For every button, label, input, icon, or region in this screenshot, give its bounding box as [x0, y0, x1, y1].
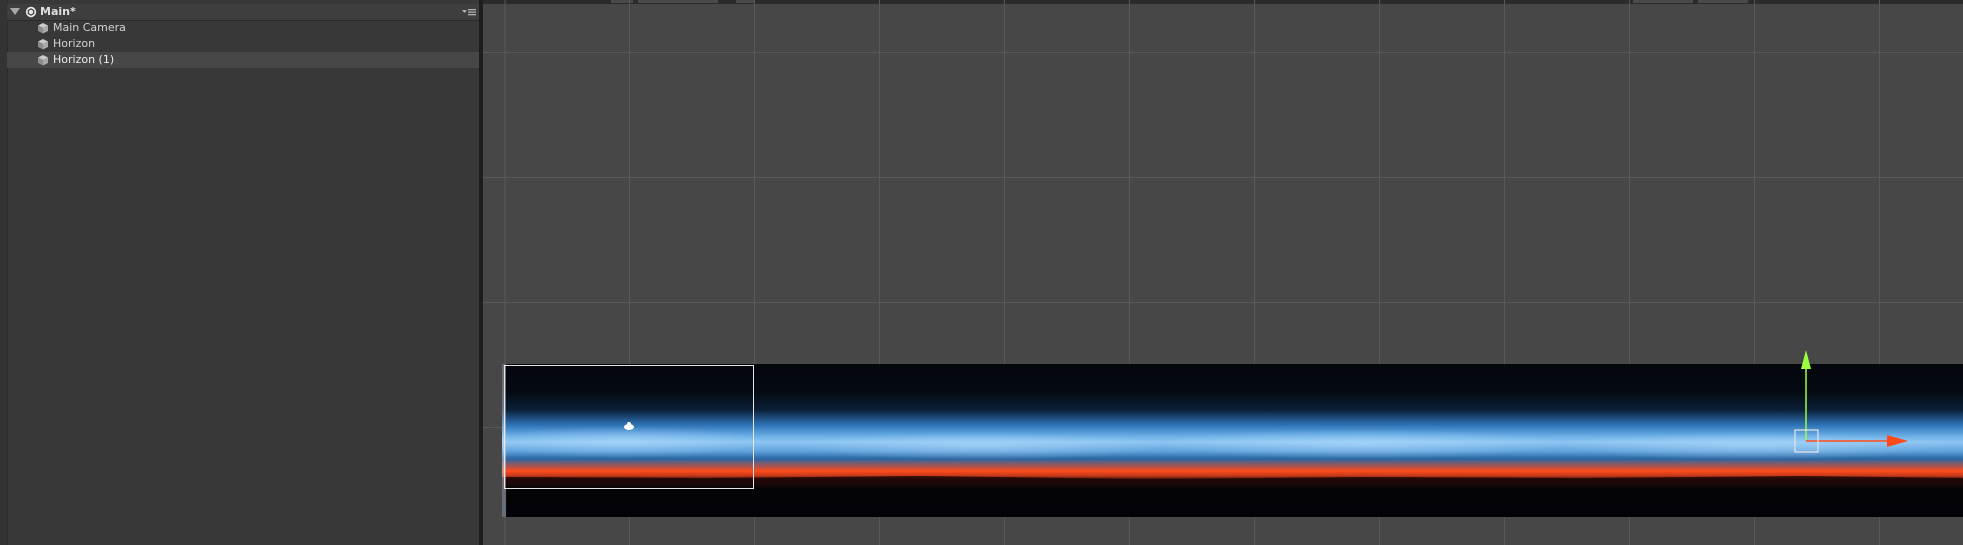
scene-name: Main* — [40, 5, 76, 18]
hierarchy-item-label: Horizon (1) — [53, 53, 115, 66]
cube-icon — [38, 55, 48, 66]
move-gizmo[interactable] — [1783, 345, 1963, 465]
scene-header-row[interactable]: Main* — [7, 4, 479, 21]
unity-editor: Main* Main Camera Horizon Horizon (1) — [0, 0, 1963, 545]
triangle-down-icon[interactable] — [10, 8, 20, 15]
scene-view[interactable] — [483, 0, 1963, 545]
sun-marker-icon — [624, 422, 634, 430]
x-axis-arrow-icon[interactable] — [1887, 435, 1908, 447]
hierarchy-left-strip — [0, 0, 8, 545]
hierarchy-item-label: Horizon — [53, 37, 96, 50]
hierarchy-item-label: Main Camera — [53, 21, 126, 34]
hierarchy-item-horizon-1[interactable]: Horizon (1) — [7, 52, 479, 68]
y-axis-arrow-icon[interactable] — [1801, 350, 1811, 369]
unity-logo-icon — [25, 6, 37, 18]
cube-icon — [38, 23, 48, 34]
cube-icon — [38, 39, 48, 50]
hierarchy-item-main-camera[interactable]: Main Camera — [7, 20, 479, 36]
context-menu-icon[interactable] — [461, 7, 477, 17]
hierarchy-panel: Main* Main Camera Horizon Horizon (1) — [0, 0, 480, 545]
hierarchy-item-horizon[interactable]: Horizon — [7, 36, 479, 52]
